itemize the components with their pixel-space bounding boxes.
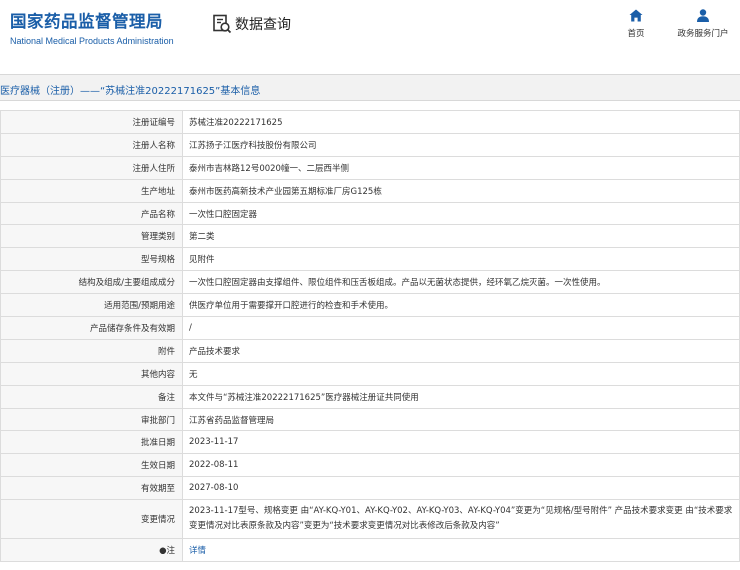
table-row: 备注 本文件与“苏械注准20222171625”医疗器械注册证共同使用	[0, 384, 740, 409]
field-label: 其他内容	[0, 361, 183, 386]
table-row: 产品名称 一次性口腔固定器	[0, 201, 740, 226]
table-row: 结构及组成/主要组成成分 一次性口腔固定器由支撑组件、限位组件和压舌板组成。产品以…	[0, 270, 740, 295]
field-label: 注册证编号	[0, 110, 183, 134]
table-row: 管理类别 第二类	[0, 224, 740, 249]
note-value-cell: 详情	[182, 538, 740, 563]
table-row: 附件 产品技术要求	[0, 338, 740, 363]
field-value: 江苏扬子江医疗科技股份有限公司	[182, 132, 740, 157]
field-value: 一次性口腔固定器由支撑组件、限位组件和压舌板组成。产品以无菌状态提供，经环氧乙烷…	[182, 270, 740, 295]
field-value: 2022-08-11	[182, 453, 740, 478]
note-label-cell: ●注	[0, 538, 183, 563]
logo-english-name: National Medical Products Administration	[10, 36, 174, 46]
table-row: 产品储存条件及有效期 /	[0, 316, 740, 340]
field-value: 泰州市医药高新技术产业园第五期标准厂房G125栋	[182, 178, 740, 203]
table-row: 其他内容无	[0, 361, 740, 386]
field-value: 本文件与“苏械注准20222171625”医疗器械注册证共同使用	[182, 384, 740, 409]
logo-chinese-name: 国家药品监督管理局	[10, 12, 163, 31]
field-value: 2023-11-17	[182, 430, 740, 455]
search-document-icon	[212, 14, 232, 34]
table-row: 注册证编号 苏械注准20222171625	[0, 110, 740, 134]
field-label: 注册人名称	[0, 132, 183, 157]
table-row: 注册人名称 江苏扬子江医疗科技股份有限公司	[0, 132, 740, 157]
header-band	[0, 60, 740, 74]
nav-service-label: 政务服务门户	[677, 29, 729, 39]
field-value: 2027-08-10	[182, 476, 740, 501]
nav-service-portal[interactable]: 政务服务门户	[666, 9, 740, 39]
field-label: 生产地址	[0, 178, 183, 203]
field-label: 生效日期	[0, 453, 183, 478]
user-icon	[666, 9, 740, 22]
field-label: 产品储存条件及有效期	[0, 316, 183, 340]
field-value: 产品技术要求	[182, 338, 740, 363]
field-value: 第二类	[182, 224, 740, 249]
field-value: 2023-11-17型号、规格变更 由“AY-KQ-Y01、AY-KQ-Y02、…	[182, 499, 740, 540]
field-label: 型号规格	[0, 247, 183, 272]
field-label: 变更情况	[0, 499, 183, 540]
home-icon	[599, 9, 673, 22]
field-label: 注册人住所	[0, 155, 183, 180]
breadcrumb-text: 医疗器械（注册）——“苏械注准20222171625”基本信息	[0, 86, 261, 97]
field-value: 一次性口腔固定器	[182, 201, 740, 226]
field-label: 有效期至	[0, 476, 183, 501]
table-row: 型号规格 见附件	[0, 247, 740, 272]
table-row: 生产地址 泰州市医药高新技术产业园第五期标准厂房G125栋	[0, 178, 740, 203]
field-value: 江苏省药品监督管理局	[182, 407, 740, 432]
table-row: 审批部门 江苏省药品监督管理局	[0, 407, 740, 432]
table-row-note: ●注 详情	[0, 538, 740, 563]
field-value: 无	[182, 361, 740, 386]
field-value: 泰州市吉林路12号0020幢一、二层西半侧	[182, 155, 740, 180]
site-logo[interactable]: 国家药品监督管理局 National Medical Products Admi…	[10, 8, 174, 46]
field-label: 管理类别	[0, 224, 183, 249]
data-query-title: 数据查询	[212, 14, 291, 34]
details-link[interactable]: 详情	[189, 546, 206, 556]
field-label: 附件	[0, 338, 183, 363]
field-label: 适用范围/预期用途	[0, 293, 183, 318]
table-row: 适用范围/预期用途 供医疗单位用于需要撑开口腔进行的检查和手术使用。	[0, 293, 740, 318]
info-table-body: 注册证编号 苏械注准20222171625 注册人名称 江苏扬子江医疗科技股份有限公司…	[0, 110, 740, 563]
breadcrumb: 医疗器械（注册）——“苏械注准20222171625”基本信息	[0, 74, 740, 101]
table-row: 变更情况 2023-11-17型号、规格变更 由“AY-KQ-Y01、AY-KQ-…	[0, 499, 740, 540]
table-row: 生效日期 2022-08-11	[0, 453, 740, 478]
field-label: 批准日期	[0, 430, 183, 455]
query-title-text: 数据查询	[235, 17, 291, 33]
nav-home[interactable]: 首页	[599, 9, 673, 39]
field-value: /	[182, 316, 740, 340]
note-label: 注	[166, 546, 175, 557]
field-label: 备注	[0, 384, 183, 409]
nav-home-label: 首页	[627, 29, 645, 39]
registration-info-table: 注册证编号 苏械注准20222171625 注册人名称 江苏扬子江医疗科技股份有限公司…	[0, 110, 740, 563]
field-label: 产品名称	[0, 201, 183, 226]
field-label: 结构及组成/主要组成成分	[0, 270, 183, 295]
field-value: 供医疗单位用于需要撑开口腔进行的检查和手术使用。	[182, 293, 740, 318]
field-label: 审批部门	[0, 407, 183, 432]
site-header: 国家药品监督管理局 National Medical Products Admi…	[0, 0, 740, 60]
field-value: 苏械注准20222171625	[182, 110, 740, 134]
table-row: 注册人住所 泰州市吉林路12号0020幢一、二层西半侧	[0, 155, 740, 180]
table-row: 有效期至 2027-08-10	[0, 476, 740, 501]
field-value: 见附件	[182, 247, 740, 272]
table-row: 批准日期 2023-11-17	[0, 430, 740, 455]
